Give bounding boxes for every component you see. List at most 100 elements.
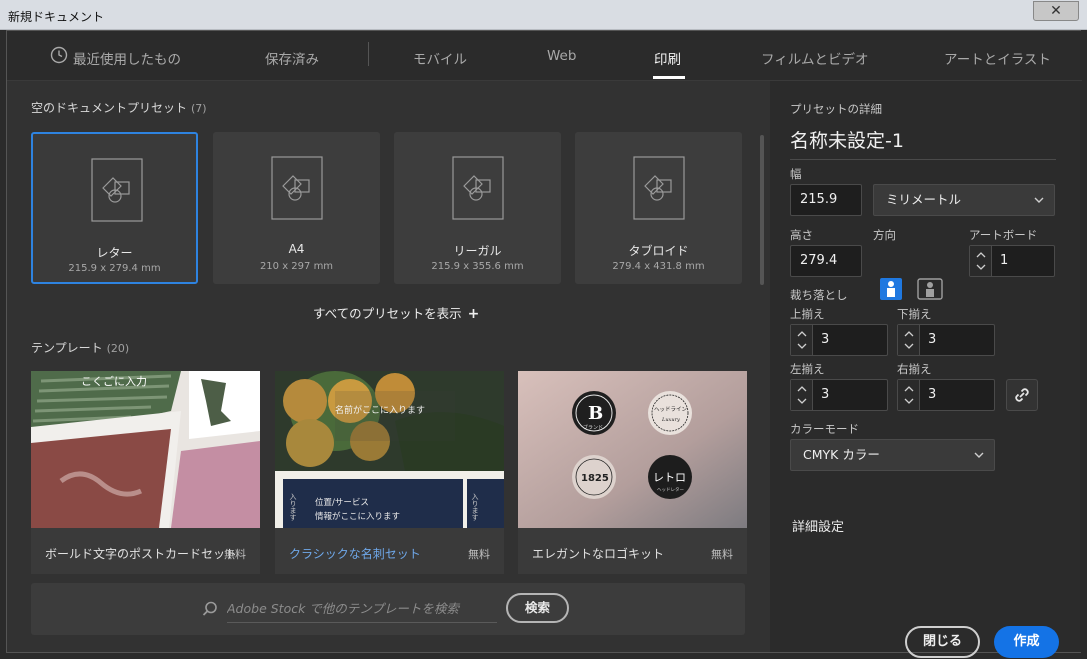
chevron-up-icon [797,331,807,337]
window-titlebar: 新規ドキュメント ✕ [0,0,1087,30]
preset-size: 215.9 x 355.6 mm [431,261,524,272]
chevron-down-icon [904,343,914,349]
plus-icon: + [467,306,480,322]
preset-name: リーガル [453,244,502,258]
business-card-thumbnail-art: 名前がここに入ります 位置/サービス 情報がここに入ります 入ります 入ります [275,371,504,528]
preset-name: A4 [288,242,305,256]
document-preset-icon [633,156,685,220]
bleed-top-value: 3 [821,332,830,347]
tab-mobile[interactable]: モバイル [413,48,467,68]
template-thumbnail: 名前がここに入ります 位置/サービス 情報がここに入ります 入ります 入ります [275,371,504,528]
template-thumbnail: こくごに入力 [31,371,260,528]
chevron-down-icon [904,398,914,404]
close-dialog-button[interactable]: 閉じる [905,626,980,658]
preset-details-heading: プリセットの詳細 [790,102,882,116]
chevron-up-icon [904,386,914,392]
new-document-dialog: 最近使用したもの 保存済み モバイル Web 印刷 フィルムとビデオ アートとイ… [6,30,1082,658]
chevron-up-icon [904,331,914,337]
landscape-orientation-icon[interactable] [917,277,943,301]
color-mode-value: CMYK カラー [803,447,880,462]
bleed-top-arrows[interactable] [791,325,813,355]
tab-art-illustration[interactable]: アートとイラスト [944,48,1051,68]
artboard-label: アートボード [969,228,1038,242]
height-label: 高さ [790,228,813,242]
window-close-button[interactable]: ✕ [1033,1,1079,21]
chevron-down-icon [797,343,807,349]
tab-saved[interactable]: 保存済み [265,48,319,68]
preset-size: 215.9 x 279.4 mm [68,263,161,274]
bleed-left-stepper[interactable]: 3 [790,379,888,411]
templates-count: (20) [106,342,130,355]
tab-film-video[interactable]: フィルムとビデオ [761,48,868,68]
create-button[interactable]: 作成 [994,626,1059,658]
bleed-right-value: 3 [928,387,937,402]
bleed-left-value: 3 [821,387,830,402]
advanced-settings-link[interactable]: 詳細設定 [792,516,844,535]
preset-card-letter[interactable]: レター 215.9 x 279.4 mm [31,132,198,284]
show-all-presets-label: すべてのプリセットを表示 [313,306,462,321]
chevron-down-icon [974,452,984,458]
postcard-thumb-text: こくごに入力 [81,374,147,388]
preset-size: 210 x 297 mm [259,261,334,272]
templates-heading: テンプレート (20) [31,339,129,356]
artboard-stepper[interactable]: 1 [969,245,1055,277]
bleed-bottom-arrows[interactable] [898,325,920,355]
document-preset-icon [91,158,143,222]
preset-card-legal[interactable]: リーガル 215.9 x 355.6 mm [394,132,561,284]
stock-search-button[interactable]: 検索 [506,593,569,623]
preset-card-tabloid[interactable]: タブロイド 279.4 x 431.8 mm [575,132,742,284]
portrait-orientation-icon[interactable] [879,277,903,301]
bleed-left-label: 左揃え [790,362,825,376]
tab-web[interactable]: Web [547,48,576,64]
template-price: 無料 [468,548,490,561]
bleed-top-stepper[interactable]: 3 [790,324,888,356]
category-tabs: 最近使用したもの 保存済み モバイル Web 印刷 フィルムとビデオ アートとイ… [7,31,1082,81]
clock-icon [50,46,68,64]
postcard-thumbnail-art: こくごに入力 [31,371,260,528]
blank-presets-count: (7) [191,102,207,115]
blank-presets-heading: 空のドキュメントプリセット (7) [31,99,207,116]
chevron-up-icon [976,252,986,258]
preset-name: レター [96,246,133,260]
template-card-business-cards[interactable]: 名前がここに入ります 位置/サービス 情報がここに入ります 入ります 入ります … [275,371,504,574]
document-preset-icon [271,156,323,220]
logo-headline: ヘッドライン [654,406,688,413]
artboard-stepper-arrows[interactable] [970,246,992,276]
business-card-name-text: 名前がここに入ります [335,404,425,416]
tab-recent[interactable]: 最近使用したもの [73,48,181,68]
preset-card-a4[interactable]: A4 210 x 297 mm [213,132,380,284]
bleed-left-arrows[interactable] [791,380,813,410]
logo-b-letter: B [588,403,603,424]
chevron-down-icon [797,398,807,404]
template-name: エレガントなロゴキット [532,547,665,561]
template-card-logo-kit[interactable]: B ブランド ヘッドライン Luxury 1825 レトロ ヘッドレター エレガ… [518,371,747,574]
stock-search-input[interactable] [227,595,497,623]
orientation-label: 方向 [873,228,896,242]
business-card-line1: 位置/サービス [315,497,369,508]
tab-print[interactable]: 印刷 [654,48,681,68]
unit-select[interactable]: ミリメートル [873,184,1055,216]
bleed-bottom-value: 3 [928,332,937,347]
link-icon [1015,388,1029,402]
document-name-field[interactable]: 名称未設定-1 [790,126,1056,160]
template-card-postcard[interactable]: こくごに入力 ボールド文字のポストカードセット 無料 [31,371,260,574]
bleed-bottom-stepper[interactable]: 3 [897,324,995,356]
stock-search-bar: 検索 [31,583,745,635]
show-all-presets-link[interactable]: すべてのプリセットを表示 + [313,303,479,322]
bleed-right-label: 右揃え [897,362,932,376]
bleed-right-stepper[interactable]: 3 [897,379,995,411]
search-icon [202,601,217,616]
height-input[interactable]: 279.4 [790,245,862,277]
link-bleed-button[interactable] [1006,379,1038,411]
template-price: 無料 [711,548,733,561]
width-input[interactable]: 215.9 [790,184,862,216]
scrollbar-thumb[interactable] [760,135,764,285]
color-mode-select[interactable]: CMYK カラー [790,439,995,471]
bleed-right-arrows[interactable] [898,380,920,410]
preset-browser: 空のドキュメントプリセット (7) レター 215.9 x 279.4 mm A4… [7,81,764,652]
chevron-up-icon [797,386,807,392]
bleed-top-label: 上揃え [790,307,825,321]
logo-retro: レトロ [653,471,686,484]
artboard-value: 1 [1000,253,1009,268]
blank-presets-title: 空のドキュメントプリセット [31,101,188,115]
